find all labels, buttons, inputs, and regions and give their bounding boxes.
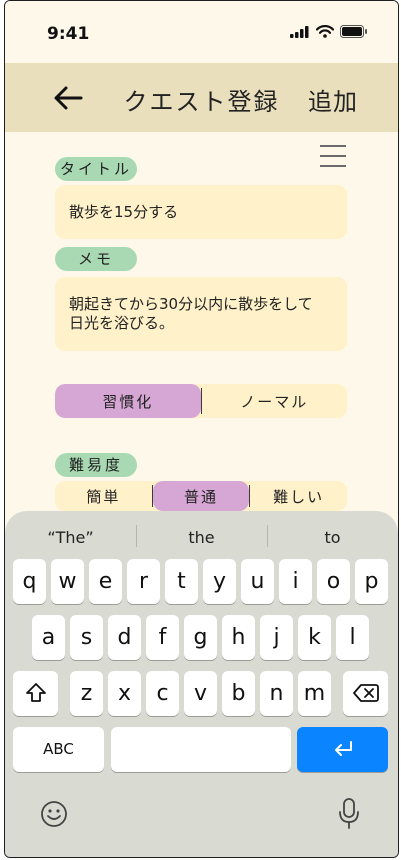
space-key[interactable]: [111, 727, 291, 772]
key-l[interactable]: l: [336, 615, 369, 660]
hamburger-menu-icon[interactable]: [320, 145, 346, 167]
wifi-icon: [316, 25, 334, 38]
status-icons: [290, 25, 368, 38]
memo-label-chip: メモ: [55, 247, 137, 271]
shift-icon: [25, 683, 46, 702]
suggestion-item[interactable]: “The”: [5, 528, 136, 547]
key-a[interactable]: a: [32, 615, 65, 660]
phone-screen: 9:41 クエスト登録 追加 タイトル 散歩を15分する メモ 朝起きてから30…: [4, 0, 399, 858]
difficulty-option-easy[interactable]: 簡単: [55, 481, 152, 511]
return-arrow-icon: [334, 741, 352, 756]
suggestion-bar: “The” the to: [5, 528, 398, 547]
suggestion-divider: [267, 525, 268, 547]
on-screen-keyboard: “The” the to q w e r t y u i o p a s d f…: [5, 511, 398, 857]
shift-key[interactable]: [13, 671, 58, 716]
key-h[interactable]: h: [222, 615, 255, 660]
battery-icon: [340, 25, 367, 38]
key-w[interactable]: w: [51, 559, 84, 604]
delete-backspace-icon: [352, 684, 379, 702]
app-header: クエスト登録 追加: [5, 63, 398, 132]
difficulty-option-normal[interactable]: 普通: [152, 481, 250, 511]
key-n[interactable]: n: [260, 671, 293, 716]
key-y[interactable]: y: [203, 559, 236, 604]
status-time: 9:41: [47, 24, 90, 44]
memo-line-1: 朝起きてから30分以内に散歩をして: [69, 295, 313, 313]
key-u[interactable]: u: [241, 559, 274, 604]
delete-key[interactable]: [343, 671, 388, 716]
key-s[interactable]: s: [70, 615, 103, 660]
microphone-icon[interactable]: [337, 797, 361, 831]
quest-type-segmented-control: 習慣化 ノーマル: [55, 384, 347, 418]
add-button[interactable]: 追加: [308, 82, 358, 117]
key-q[interactable]: q: [13, 559, 46, 604]
emoji-icon[interactable]: [39, 799, 69, 829]
title-label-chip: タイトル: [55, 157, 137, 181]
key-d[interactable]: d: [108, 615, 141, 660]
key-v[interactable]: v: [184, 671, 217, 716]
signal-icon: [290, 25, 309, 38]
difficulty-option-hard[interactable]: 難しい: [250, 481, 347, 511]
key-f[interactable]: f: [146, 615, 179, 660]
suggestion-item[interactable]: to: [267, 528, 398, 547]
key-t[interactable]: t: [165, 559, 198, 604]
key-p[interactable]: p: [355, 559, 388, 604]
status-bar: 9:41: [5, 1, 398, 63]
key-i[interactable]: i: [279, 559, 312, 604]
key-e[interactable]: e: [89, 559, 122, 604]
difficulty-label-chip: 難易度: [55, 453, 137, 477]
suggestion-item[interactable]: the: [136, 528, 267, 547]
key-m[interactable]: m: [298, 671, 331, 716]
return-key[interactable]: [297, 727, 388, 772]
key-r[interactable]: r: [127, 559, 160, 604]
key-k[interactable]: k: [298, 615, 331, 660]
key-j[interactable]: j: [260, 615, 293, 660]
key-z[interactable]: z: [70, 671, 103, 716]
key-o[interactable]: o: [317, 559, 350, 604]
memo-line-2: 日光を浴びる。: [69, 314, 175, 332]
difficulty-segmented-control: 簡単 普通 難しい: [55, 481, 347, 511]
key-c[interactable]: c: [146, 671, 179, 716]
type-option-habit[interactable]: 習慣化: [55, 384, 201, 418]
type-option-normal[interactable]: ノーマル: [202, 384, 348, 418]
title-input[interactable]: 散歩を15分する: [55, 185, 347, 239]
key-x[interactable]: x: [108, 671, 141, 716]
memo-input[interactable]: 朝起きてから30分以内に散歩をして 日光を浴びる。: [55, 277, 347, 351]
key-b[interactable]: b: [222, 671, 255, 716]
abc-key[interactable]: ABC: [13, 727, 104, 772]
key-g[interactable]: g: [184, 615, 217, 660]
suggestion-divider: [136, 525, 137, 547]
